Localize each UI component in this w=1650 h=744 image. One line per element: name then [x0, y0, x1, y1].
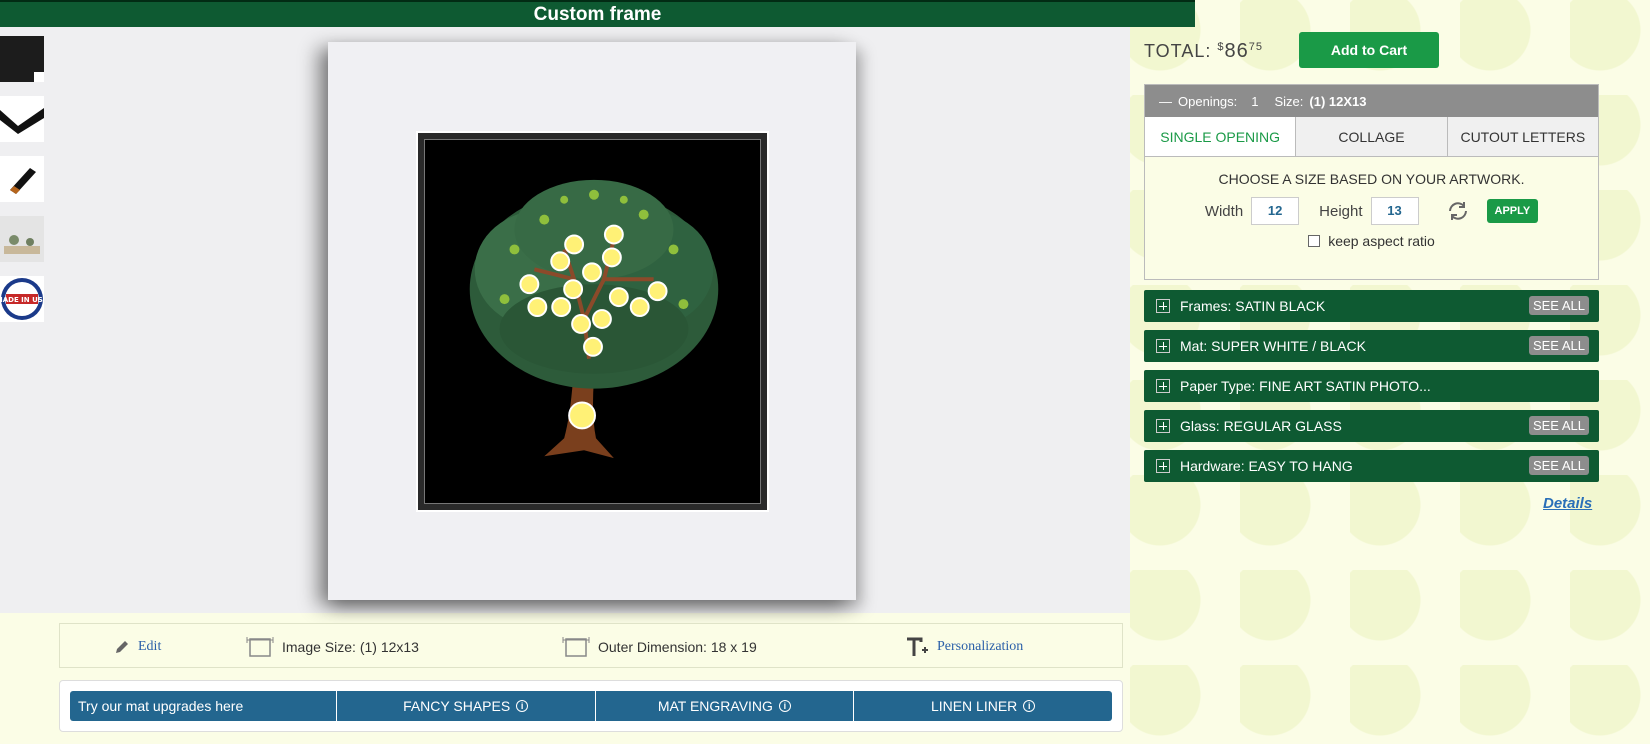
add-to-cart-button[interactable]: Add to Cart: [1299, 32, 1439, 68]
aspect-ratio-label: keep aspect ratio: [1328, 233, 1435, 249]
frames-option-label: Frames: SATIN BLACK: [1180, 298, 1326, 314]
linen-liner-label: LINEN LINER: [930, 698, 1018, 714]
openings-label: Openings:: [1178, 93, 1238, 109]
mat-option[interactable]: Mat: SUPER WHITE / BLACK SEE ALL: [1144, 330, 1599, 362]
info-icon[interactable]: i: [516, 700, 529, 712]
outer-dimension-icon: [562, 636, 590, 657]
info-bar: Edit Image Size: (1) 12x13 Outer Dimensi…: [59, 623, 1123, 668]
glass-see-all-button[interactable]: SEE ALL: [1528, 416, 1589, 435]
pencil-icon: [116, 640, 128, 653]
upgrades-intro: Try our mat upgrades here: [70, 691, 337, 721]
mat-see-all-button[interactable]: SEE ALL: [1528, 336, 1589, 355]
hardware-see-all-button[interactable]: SEE ALL: [1528, 456, 1589, 475]
made-in-usa-text: MADE IN USA: [0, 296, 44, 304]
text-add-icon: [907, 637, 928, 656]
image-size-info: Image Size: (1) 12x13: [246, 624, 419, 669]
glass-option[interactable]: Glass: REGULAR GLASS SEE ALL: [1144, 410, 1599, 442]
openings-header[interactable]: — Openings: 1 Size: (1) 12X13: [1145, 85, 1598, 117]
order-total: TOTAL: $8675: [1144, 40, 1263, 63]
height-input[interactable]: 13: [1370, 197, 1419, 225]
total-cents: 75: [1248, 41, 1263, 53]
details-link[interactable]: Details: [1543, 495, 1592, 512]
paper-type-option-label: Paper Type: FINE ART SATIN PHOTO...: [1180, 378, 1431, 394]
total-label: TOTAL:: [1144, 41, 1212, 61]
frames-see-all-button[interactable]: SEE ALL: [1528, 296, 1589, 315]
hardware-option-label: Hardware: EASY TO HANG: [1180, 458, 1353, 474]
linen-liner-button[interactable]: LINEN LINER i: [854, 691, 1112, 721]
mat-upgrades-bar: Try our mat upgrades here FANCY SHAPES i…: [70, 691, 1112, 721]
mat-engraving-label: MAT ENGRAVING: [657, 698, 773, 714]
page-title-bar: Custom frame: [0, 0, 1195, 27]
image-size-text: Image Size: (1) 12x13: [282, 638, 419, 655]
frames-option[interactable]: Frames: SATIN BLACK SEE ALL: [1144, 290, 1599, 322]
fancy-shapes-button[interactable]: FANCY SHAPES i: [337, 691, 596, 721]
swap-rotate-icon[interactable]: [1445, 198, 1471, 224]
expand-plus-icon: [1156, 299, 1170, 313]
aspect-ratio-row: keep aspect ratio: [1145, 233, 1598, 249]
size-row: Width 12 Height 13 APPLY: [1145, 197, 1598, 225]
dimension-icon: [246, 636, 274, 657]
add-to-cart-label: Add to Cart: [1330, 42, 1408, 58]
collapse-icon: —: [1159, 93, 1172, 109]
outer-dimension-text: Outer Dimension: 18 x 19: [598, 638, 757, 655]
frame-profile-thumb[interactable]: [0, 96, 44, 142]
openings-size-label: Size:: [1274, 93, 1304, 109]
info-icon[interactable]: i: [1023, 700, 1036, 712]
expand-plus-icon: [1156, 419, 1170, 433]
fancy-shapes-label: FANCY SHAPES: [403, 698, 511, 714]
tab-cutout-letters[interactable]: CUTOUT LETTERS: [1447, 117, 1598, 156]
tab-single-opening[interactable]: SINGLE OPENING: [1145, 117, 1297, 156]
room-view-thumb[interactable]: [0, 216, 44, 262]
mat-upgrades-panel: Try our mat upgrades here FANCY SHAPES i…: [59, 680, 1123, 732]
mat-engraving-button[interactable]: MAT ENGRAVING i: [596, 691, 855, 721]
edit-button[interactable]: Edit: [114, 624, 161, 669]
width-input[interactable]: 12: [1251, 197, 1300, 225]
glass-option-label: Glass: REGULAR GLASS: [1180, 418, 1342, 434]
family-tree-artwork: [469, 179, 719, 459]
openings-panel: — Openings: 1 Size: (1) 12X13 SINGLE OPE…: [1144, 84, 1599, 280]
made-in-usa-thumb[interactable]: MADE IN USA: [0, 276, 44, 322]
choose-size-instruction: CHOOSE A SIZE BASED ON YOUR ARTWORK.: [1218, 171, 1525, 187]
edit-label: Edit: [138, 638, 162, 654]
thumbnail-strip: MADE IN USA: [0, 36, 44, 336]
aspect-ratio-checkbox[interactable]: [1308, 235, 1321, 247]
expand-plus-icon: [1156, 459, 1170, 473]
opening-tabs: SINGLE OPENING COLLAGE CUTOUT LETTERS: [1145, 117, 1598, 157]
apply-button[interactable]: APPLY: [1486, 199, 1539, 223]
page-title: Custom frame: [533, 3, 662, 25]
hardware-option[interactable]: Hardware: EASY TO HANG SEE ALL: [1144, 450, 1599, 482]
frame-corner-thumb[interactable]: [0, 36, 44, 82]
currency-symbol: $: [1217, 41, 1225, 53]
openings-size-value: (1) 12X13: [1309, 93, 1367, 109]
personalization-label: Personalization: [937, 638, 1024, 654]
paper-type-option[interactable]: Paper Type: FINE ART SATIN PHOTO...: [1144, 370, 1599, 402]
height-label: Height: [1319, 202, 1363, 220]
frame-side-thumb[interactable]: [0, 156, 44, 202]
picture-frame: [416, 131, 769, 512]
expand-plus-icon: [1156, 379, 1170, 393]
expand-plus-icon: [1156, 339, 1170, 353]
openings-count: 1: [1251, 93, 1259, 109]
upgrades-intro-text: Try our mat upgrades here: [78, 698, 244, 714]
info-icon[interactable]: i: [778, 700, 791, 712]
mat-option-label: Mat: SUPER WHITE / BLACK: [1180, 338, 1366, 354]
total-dollars: 86: [1224, 40, 1249, 62]
personalization-button[interactable]: Personalization: [905, 624, 1023, 669]
artwork-opening: [424, 139, 761, 504]
tab-collage[interactable]: COLLAGE: [1296, 117, 1448, 156]
width-label: Width: [1204, 202, 1244, 220]
outer-dimension-info: Outer Dimension: 18 x 19: [562, 624, 757, 669]
